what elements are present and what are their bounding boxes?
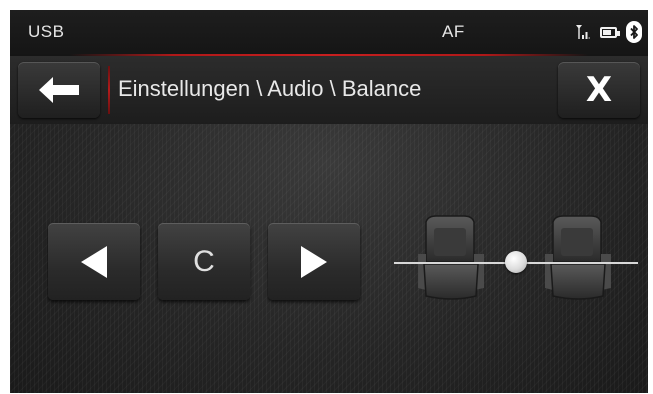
signal-icon: [576, 25, 590, 39]
bluetooth-icon: [626, 21, 642, 43]
balance-left-button[interactable]: [48, 223, 140, 300]
page-title: Einstellungen \ Audio \ Balance: [118, 76, 422, 101]
infotainment-screen: USB AF Einstellungen \ Audio \ Balance X…: [10, 10, 648, 393]
balance-center-button[interactable]: C: [158, 223, 250, 300]
battery-icon: [600, 26, 620, 38]
source-indicator: USB: [28, 22, 65, 41]
right-seat-icon: [545, 215, 611, 300]
balance-right-button[interactable]: [268, 223, 360, 300]
close-button[interactable]: X: [558, 62, 640, 118]
af-indicator: AF: [442, 22, 465, 41]
balance-slider-handle[interactable]: [505, 251, 527, 273]
close-icon: X: [585, 70, 613, 110]
left-seat-icon: [418, 215, 484, 300]
back-button[interactable]: [18, 62, 100, 118]
title-bar: Einstellungen \ Audio \ Balance X: [10, 56, 648, 124]
triangle-right-icon: [301, 245, 327, 278]
triangle-left-icon: [81, 245, 107, 278]
center-label: C: [193, 244, 215, 278]
status-icons: [575, 21, 642, 43]
arrow-left-icon: [39, 77, 79, 103]
status-bar: USB AF: [10, 10, 648, 56]
